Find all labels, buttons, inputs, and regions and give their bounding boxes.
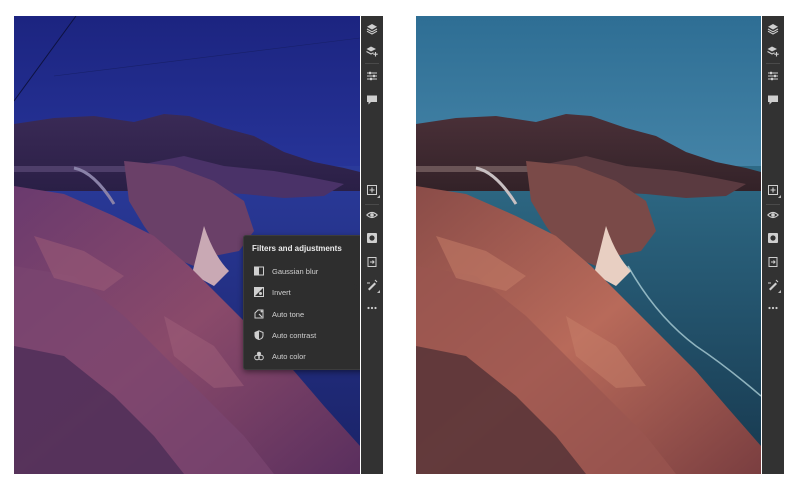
properties-sliders-icon[interactable]: [363, 67, 381, 85]
layers-icon[interactable]: [363, 20, 381, 38]
add-layer-stack-icon[interactable]: [764, 42, 782, 60]
comments-icon[interactable]: [363, 91, 381, 109]
visibility-eye-icon[interactable]: [764, 206, 782, 224]
menu-item-invert[interactable]: Invert: [244, 282, 360, 302]
menu-item-label: Invert: [272, 287, 291, 297]
toolbar-divider: [766, 63, 780, 64]
gaussian-blur-icon: [254, 266, 264, 276]
visibility-eye-icon[interactable]: [363, 206, 381, 224]
filters-adjustments-icon[interactable]: [363, 276, 381, 294]
more-options-icon[interactable]: [764, 299, 782, 317]
fill-layer-icon[interactable]: [363, 253, 381, 271]
filters-adjustments-menu: Filters and adjustments Gaussian blur In…: [243, 235, 360, 370]
more-options-icon[interactable]: [363, 299, 381, 317]
comments-icon[interactable]: [764, 91, 782, 109]
after-photo-image: [416, 16, 761, 474]
submenu-corner-marker: [778, 195, 781, 198]
add-layer-icon[interactable]: [764, 181, 782, 199]
toolbar-divider: [365, 63, 379, 64]
properties-sliders-icon[interactable]: [764, 67, 782, 85]
toolbar-divider: [766, 204, 780, 205]
canvas-before-photo[interactable]: Filters and adjustments Gaussian blur In…: [14, 16, 360, 474]
auto-tone-icon: [254, 309, 264, 319]
auto-color-icon: [254, 351, 264, 361]
menu-item-auto-color[interactable]: Auto color: [244, 346, 360, 366]
mask-icon[interactable]: [363, 229, 381, 247]
menu-item-label: Auto contrast: [272, 330, 317, 340]
toolbar-left: [361, 16, 383, 474]
menu-item-label: Gaussian blur: [272, 266, 319, 276]
menu-item-auto-tone[interactable]: Auto tone: [244, 304, 360, 324]
submenu-corner-marker: [377, 290, 380, 293]
toolbar-divider: [365, 204, 379, 205]
menu-item-label: Auto tone: [272, 309, 305, 319]
layers-icon[interactable]: [764, 20, 782, 38]
submenu-corner-marker: [778, 290, 781, 293]
fill-layer-icon[interactable]: [764, 253, 782, 271]
menu-item-label: Auto color: [272, 351, 306, 361]
submenu-corner-marker: [377, 195, 380, 198]
auto-contrast-icon: [254, 330, 264, 340]
add-layer-stack-icon[interactable]: [363, 42, 381, 60]
filters-adjustments-icon[interactable]: [764, 276, 782, 294]
add-layer-icon[interactable]: [363, 181, 381, 199]
menu-item-gaussian-blur[interactable]: Gaussian blur: [244, 261, 360, 281]
canvas-after-photo[interactable]: [416, 16, 761, 474]
menu-pointer-arrow: [353, 283, 358, 291]
menu-title: Filters and adjustments: [252, 244, 342, 253]
invert-icon: [254, 287, 264, 297]
toolbar-right: [762, 16, 784, 474]
menu-item-auto-contrast[interactable]: Auto contrast: [244, 325, 360, 345]
mask-icon[interactable]: [764, 229, 782, 247]
